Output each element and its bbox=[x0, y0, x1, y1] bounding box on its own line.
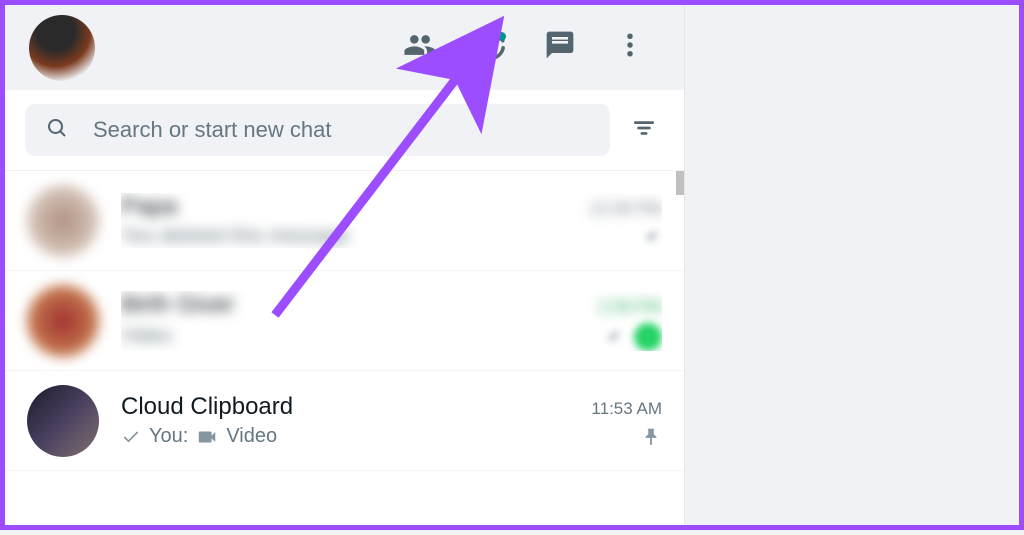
video-icon bbox=[196, 426, 218, 448]
chat-body: Birth Giver 2:39 PM Video bbox=[121, 291, 662, 351]
chat-preview: You deleted this message bbox=[121, 225, 349, 248]
sidebar-header bbox=[5, 5, 684, 90]
chat-avatar bbox=[27, 185, 99, 257]
search-icon bbox=[45, 116, 69, 145]
new-chat-button[interactable] bbox=[530, 18, 590, 78]
app-root: Search or start new chat Papa 12:30 PM bbox=[5, 5, 1019, 525]
chat-time: 12:30 PM bbox=[589, 199, 662, 219]
chat-preview: Video bbox=[121, 325, 172, 348]
menu-icon bbox=[615, 30, 645, 65]
check-icon bbox=[121, 427, 141, 447]
conversation-pane bbox=[685, 5, 1019, 525]
chat-body: Papa 12:30 PM You deleted this message bbox=[121, 193, 662, 248]
my-avatar[interactable] bbox=[29, 15, 95, 81]
communities-icon bbox=[403, 28, 437, 67]
chat-body: Cloud Clipboard 11:53 AM You: Video bbox=[121, 393, 662, 448]
chat-item[interactable]: Papa 12:30 PM You deleted this message bbox=[5, 171, 684, 271]
chat-item[interactable]: Birth Giver 2:39 PM Video bbox=[5, 271, 684, 371]
chat-name: Birth Giver bbox=[121, 291, 234, 319]
menu-button[interactable] bbox=[600, 18, 660, 78]
filter-button[interactable] bbox=[624, 110, 664, 150]
chat-item[interactable]: Cloud Clipboard 11:53 AM You: Video bbox=[5, 371, 684, 471]
search-input[interactable]: Search or start new chat bbox=[25, 104, 610, 156]
communities-button[interactable] bbox=[390, 18, 450, 78]
search-placeholder: Search or start new chat bbox=[93, 117, 331, 143]
chat-preview: You: Video bbox=[121, 425, 277, 448]
chat-avatar bbox=[27, 385, 99, 457]
unread-badge bbox=[634, 323, 662, 351]
filter-icon bbox=[631, 115, 657, 146]
chat-name: Cloud Clipboard bbox=[121, 393, 293, 421]
pin-icon bbox=[602, 326, 624, 348]
pin-icon bbox=[640, 426, 662, 448]
search-row: Search or start new chat bbox=[5, 90, 684, 171]
chat-list: Papa 12:30 PM You deleted this message bbox=[5, 171, 684, 525]
chat-sidebar: Search or start new chat Papa 12:30 PM bbox=[5, 5, 685, 525]
chat-time: 2:39 PM bbox=[599, 297, 662, 317]
scrollbar[interactable] bbox=[676, 171, 684, 195]
new-chat-icon bbox=[544, 29, 576, 66]
status-update-dot bbox=[497, 32, 506, 41]
chat-name: Papa bbox=[121, 193, 177, 221]
chat-avatar bbox=[27, 285, 99, 357]
pin-icon bbox=[640, 226, 662, 248]
status-button[interactable] bbox=[460, 18, 520, 78]
chat-time: 11:53 AM bbox=[591, 399, 662, 419]
